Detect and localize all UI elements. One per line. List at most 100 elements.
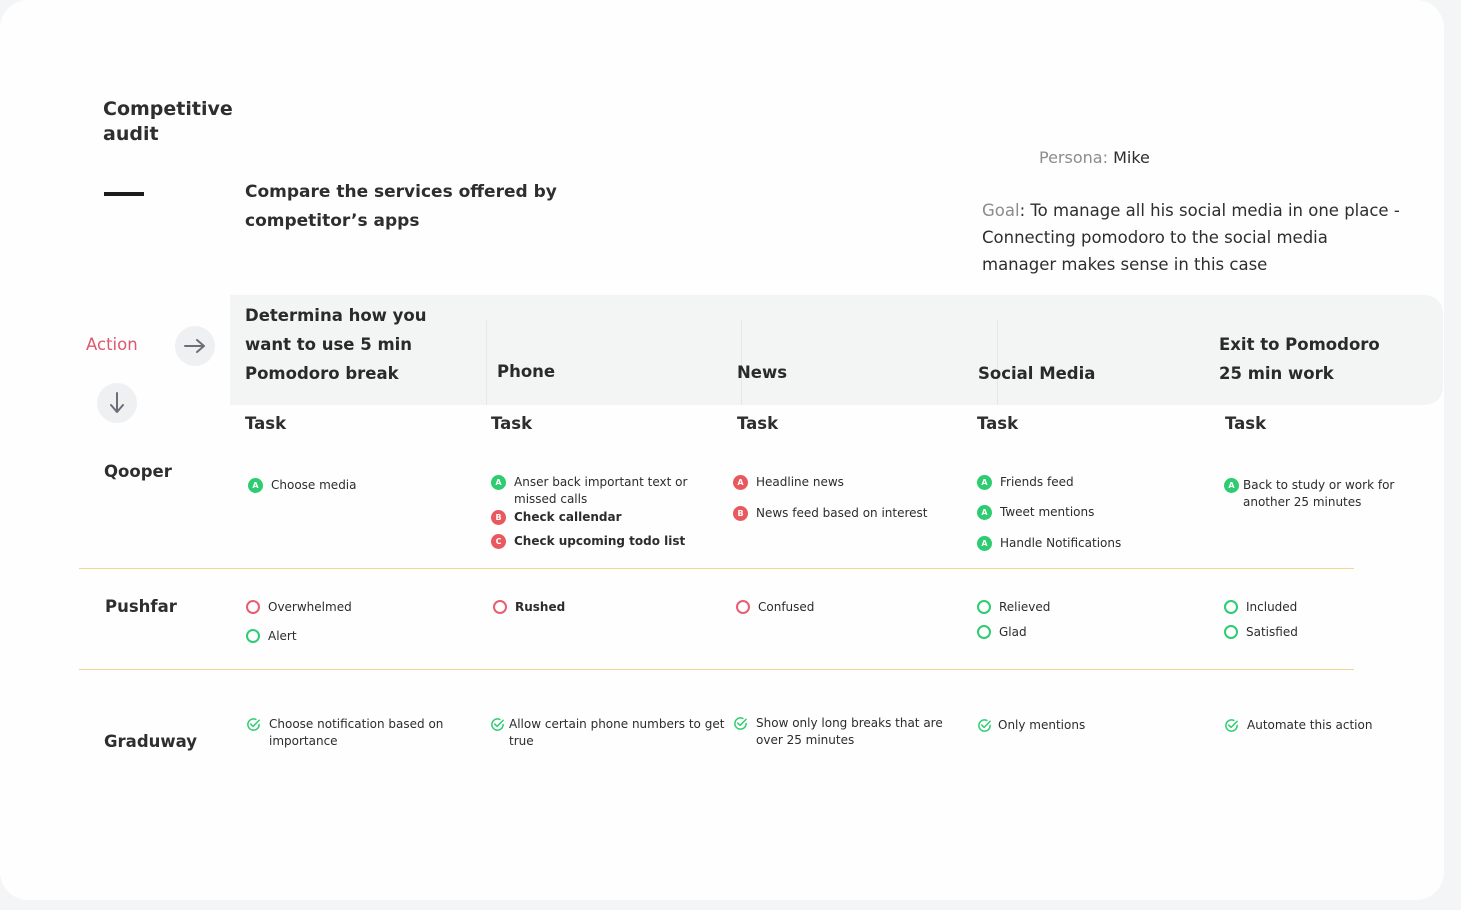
row-label-pushfar: Pushfar: [105, 597, 177, 616]
row-label-qooper: Qooper: [104, 462, 172, 481]
circle-outline-icon: [246, 629, 260, 643]
list-item: Overwhelmed: [246, 599, 352, 616]
arrow-down-button[interactable]: [97, 383, 137, 423]
row-divider: [79, 669, 1354, 670]
badge-a-icon: A: [733, 475, 748, 490]
circle-outline-icon: [1224, 625, 1238, 639]
badge-a-icon: A: [977, 536, 992, 551]
check-circle-icon: [1225, 719, 1238, 732]
list-item: A Anser back important text or missed ca…: [491, 474, 711, 508]
item-text: Choose notification based on importance: [269, 717, 444, 748]
item-text: Relieved: [999, 600, 1051, 614]
persona-label: Persona:: [1039, 148, 1108, 167]
list-item: Automate this action: [1224, 717, 1372, 734]
row-divider: [79, 568, 1354, 569]
item-text: News feed based on interest: [756, 506, 928, 520]
item-text: Headline news: [756, 475, 844, 489]
list-item: B Check callendar: [491, 509, 711, 526]
task-label: Task: [1225, 414, 1267, 433]
goal-text: Goal: To manage all his social media in …: [982, 197, 1402, 278]
check-circle-icon: [978, 719, 991, 732]
task-label: Task: [977, 414, 1019, 433]
check-circle-icon: [247, 718, 260, 731]
list-item: Choose notification based on importance: [246, 716, 446, 750]
arrow-right-button[interactable]: [175, 326, 215, 366]
action-label: Action: [86, 335, 138, 354]
badge-a-icon: A: [977, 505, 992, 520]
circle-outline-icon: [977, 600, 991, 614]
badge-a-icon: A: [1224, 478, 1239, 493]
audit-board: Competitive audit Compare the services o…: [0, 0, 1444, 900]
list-item: A Back to study or work for another 25 m…: [1224, 477, 1404, 511]
circle-outline-icon: [736, 600, 750, 614]
list-item: A Choose media: [248, 477, 468, 494]
item-text: Friends feed: [1000, 475, 1074, 489]
list-item: Relieved: [977, 599, 1050, 616]
column-divider: [486, 320, 487, 405]
goal-label: Goal: [982, 201, 1020, 220]
item-text: Show only long breaks that are over 25 m…: [756, 716, 943, 747]
list-item: Confused: [736, 599, 814, 616]
list-item: Alert: [246, 628, 297, 645]
item-text: Rushed: [515, 600, 566, 614]
list-item: Rushed: [493, 599, 565, 616]
badge-b-icon: B: [733, 506, 748, 521]
check-circle-icon: [734, 717, 747, 730]
list-item: Only mentions: [977, 717, 1085, 734]
list-item: A Headline news: [733, 474, 953, 491]
item-text: Glad: [999, 625, 1027, 639]
circle-outline-icon: [246, 600, 260, 614]
item-text: Back to study or work for another 25 min…: [1243, 478, 1395, 509]
list-item: Included: [1224, 599, 1297, 616]
item-text: Choose media: [271, 478, 357, 492]
circle-outline-icon: [1224, 600, 1238, 614]
row-label-graduway: Graduway: [104, 732, 197, 751]
list-item: Show only long breaks that are over 25 m…: [733, 715, 948, 749]
column-header-phone: Phone: [497, 362, 556, 381]
title-underline: [104, 192, 144, 196]
persona-value: Mike: [1113, 148, 1150, 167]
list-item: B News feed based on interest: [733, 505, 953, 522]
page-subtitle: Compare the services offered by competit…: [245, 182, 557, 231]
arrow-down-icon: [110, 392, 124, 413]
list-item: A Tweet mentions: [977, 504, 1197, 521]
task-label: Task: [245, 414, 287, 433]
item-text: Anser back important text or missed call…: [514, 475, 688, 506]
item-text: Overwhelmed: [268, 600, 352, 614]
list-item: C Check upcoming todo list: [491, 533, 711, 550]
item-text: Handle Notifications: [1000, 536, 1122, 550]
item-text: Automate this action: [1247, 718, 1373, 732]
arrow-right-icon: [184, 339, 205, 353]
item-text: Alert: [268, 629, 297, 643]
badge-a-icon: A: [491, 475, 506, 490]
item-text: Allow certain phone numbers to get true: [509, 717, 725, 748]
badge-b-icon: B: [491, 510, 506, 525]
persona-line: Persona: Mike: [1039, 148, 1150, 167]
item-text: Included: [1246, 600, 1298, 614]
list-item: Satisfied: [1224, 624, 1298, 641]
badge-c-icon: C: [491, 534, 506, 549]
goal-description: : To manage all his social media in one …: [982, 201, 1400, 274]
item-text: Satisfied: [1246, 625, 1298, 639]
column-header-exit: Exit to Pomodoro 25 min work: [1219, 335, 1380, 383]
list-item: A Handle Notifications: [977, 535, 1197, 552]
list-item: A Friends feed: [977, 474, 1197, 491]
list-item: Glad: [977, 624, 1027, 641]
column-header-break: Determina how you want to use 5 min Pomo…: [245, 306, 427, 383]
list-item: Allow certain phone numbers to get true: [490, 716, 726, 750]
column-header-social: Social Media: [978, 364, 1096, 383]
check-circle-icon: [491, 718, 504, 731]
column-header-news: News: [737, 363, 788, 382]
item-text: Tweet mentions: [1000, 505, 1095, 519]
item-text: Confused: [758, 600, 815, 614]
circle-outline-icon: [977, 625, 991, 639]
badge-a-icon: A: [977, 475, 992, 490]
task-label: Task: [737, 414, 779, 433]
item-text: Check callendar: [514, 510, 622, 524]
badge-a-icon: A: [248, 478, 263, 493]
circle-outline-icon: [493, 600, 507, 614]
page-title: Competitive audit: [103, 98, 233, 145]
item-text: Check upcoming todo list: [514, 534, 686, 548]
task-label: Task: [491, 414, 533, 433]
item-text: Only mentions: [998, 718, 1086, 732]
